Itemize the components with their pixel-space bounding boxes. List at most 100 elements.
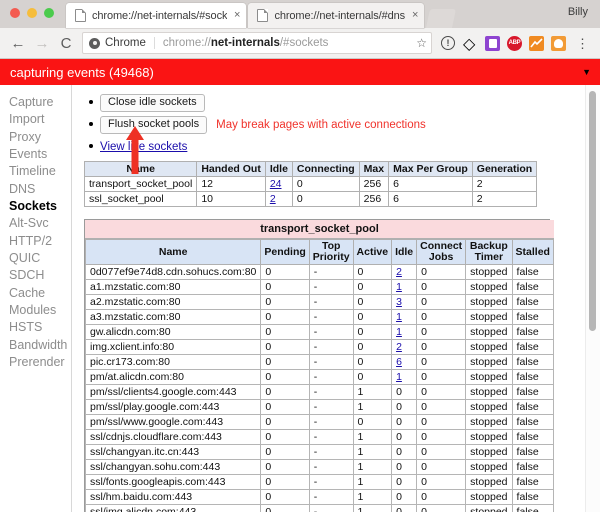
profile-name[interactable]: Billy — [568, 6, 588, 18]
extension-notes-icon[interactable] — [485, 34, 504, 53]
cell-idle: 2 — [264, 191, 293, 207]
cell-pending: 0 — [260, 489, 310, 505]
cell-generation: 2 — [471, 176, 538, 192]
idle-count-link[interactable]: 1 — [396, 281, 402, 293]
table-row: 0d077ef9e74d8.cdn.sohucs.com:80 0-0 2 0 stop… — [84, 264, 554, 280]
view-live-sockets-link[interactable]: View live sockets — [100, 141, 187, 153]
cell-pending: 0 — [260, 354, 310, 370]
idle-count-link[interactable]: 24 — [270, 178, 282, 190]
col-active: Active — [352, 239, 393, 265]
table-row: pm/at.alicdn.com:80 0-0 1 0 stopped false — [84, 369, 554, 385]
extension-chart-icon[interactable] — [529, 34, 548, 53]
close-icon[interactable]: × — [234, 10, 240, 21]
cell-stalled: false — [511, 474, 554, 490]
cell-connect-jobs: 0 — [416, 429, 467, 445]
window-controls — [10, 8, 54, 18]
list-item: View live sockets — [89, 138, 600, 155]
table-header-row: Name Pending Top Priority Active Idle Co… — [84, 239, 554, 265]
page-content: Capture Import Proxy Events Timeline DNS… — [0, 85, 600, 512]
sidebar-item-modules[interactable]: Modules — [9, 302, 71, 319]
cell-top-priority: - — [308, 339, 354, 355]
sidebar-item-prerender[interactable]: Prerender — [9, 354, 71, 371]
tab-sockets[interactable]: chrome://net-internals/#socke × — [66, 3, 247, 28]
cell-top-priority: - — [308, 369, 354, 385]
maximize-window-button[interactable] — [44, 8, 54, 18]
info-button[interactable]: ! — [441, 34, 460, 53]
sidebar-item-dns[interactable]: DNS — [9, 181, 71, 198]
table-row: pm/ssl/play.google.com:443 0-1 0 0 stopped fa… — [84, 399, 554, 415]
back-icon[interactable]: ← — [6, 31, 30, 55]
cell-backup-timer: stopped — [465, 339, 513, 355]
sidebar-item-proxy[interactable]: Proxy — [9, 129, 71, 146]
sidebar-item-events[interactable]: Events — [9, 146, 71, 163]
capture-status-bar[interactable]: capturing events (49468) ▼ — [0, 59, 600, 85]
scrollbar-track[interactable] — [585, 85, 600, 512]
cell-connect-jobs: 0 — [416, 444, 467, 460]
cell-name: a2.mzstatic.com:80 — [84, 294, 262, 310]
new-tab-button[interactable] — [426, 9, 457, 28]
table-row: a1.mzstatic.com:80 0-0 1 0 stopped false — [84, 279, 554, 295]
sidebar-item-sockets[interactable]: Sockets — [9, 198, 71, 215]
cell-pending: 0 — [260, 339, 310, 355]
cell-pending: 0 — [260, 369, 310, 385]
cell-active: 0 — [352, 414, 393, 430]
sidebar-item-http2[interactable]: HTTP/2 — [9, 233, 71, 250]
tab-dns[interactable]: chrome://net-internals/#dns × — [248, 3, 425, 28]
col-connecting: Connecting — [291, 161, 360, 177]
idle-count-link[interactable]: 1 — [396, 311, 402, 323]
extension-adblock-icon[interactable]: ABP — [507, 34, 526, 53]
chevron-down-icon[interactable]: ▼ — [582, 67, 591, 77]
cell-pending: 0 — [260, 264, 310, 280]
minimize-window-button[interactable] — [27, 8, 37, 18]
close-idle-sockets-button[interactable]: Close idle sockets — [100, 93, 205, 112]
cell-idle: 2 — [391, 339, 418, 355]
cell-active: 0 — [352, 354, 393, 370]
sidebar-item-hsts[interactable]: HSTS — [9, 319, 71, 336]
cell-active: 1 — [352, 399, 393, 415]
bookmark-star-icon[interactable]: ☆ — [410, 36, 427, 50]
sidebar-item-alt-svc[interactable]: Alt-Svc — [9, 215, 71, 232]
sidebar-item-quic[interactable]: QUIC — [9, 250, 71, 267]
scrollbar-thumb[interactable] — [589, 91, 596, 331]
col-max-per-group: Max Per Group — [388, 161, 473, 177]
idle-count-link[interactable]: 6 — [396, 356, 402, 368]
cell-generation: 2 — [471, 191, 538, 207]
reload-icon[interactable]: C — [54, 31, 78, 55]
sidebar-item-bandwidth[interactable]: Bandwidth — [9, 337, 71, 354]
site-identity-chip[interactable]: Chrome — [89, 37, 155, 49]
cell-connect-jobs: 0 — [416, 309, 467, 325]
address-bar[interactable]: Chrome chrome://net-internals/#sockets ☆ — [82, 32, 432, 54]
idle-count-link[interactable]: 1 — [396, 371, 402, 383]
cell-connect-jobs: 0 — [416, 339, 467, 355]
cell-name: a1.mzstatic.com:80 — [84, 279, 262, 295]
cell-backup-timer: stopped — [465, 324, 513, 340]
cell-name: img.xclient.info:80 — [84, 339, 262, 355]
cell-name: pm/ssl/clients4.google.com:443 — [84, 384, 262, 400]
col-max: Max — [358, 161, 390, 177]
sidebar-item-capture[interactable]: Capture — [9, 94, 71, 111]
close-icon[interactable]: × — [412, 10, 418, 21]
sidebar-item-import[interactable]: Import — [9, 111, 71, 128]
extension-orange-icon[interactable] — [551, 34, 570, 53]
cell-backup-timer: stopped — [465, 369, 513, 385]
idle-count-link[interactable]: 2 — [396, 266, 402, 278]
sidebar-item-sdch[interactable]: SDCH — [9, 267, 71, 284]
idle-count-link[interactable]: 2 — [396, 341, 402, 353]
sidebar-item-cache[interactable]: Cache — [9, 285, 71, 302]
sidebar-item-timeline[interactable]: Timeline — [9, 163, 71, 180]
browser-toolbar: ← → C Chrome chrome://net-internals/#soc… — [0, 28, 600, 59]
idle-count-link[interactable]: 1 — [396, 326, 402, 338]
cell-stalled: false — [511, 309, 554, 325]
table-row: a2.mzstatic.com:80 0-0 3 0 stopped false — [84, 294, 554, 310]
idle-count-link[interactable]: 2 — [270, 193, 276, 205]
cell-backup-timer: stopped — [465, 399, 513, 415]
close-window-button[interactable] — [10, 8, 20, 18]
cell-stalled: false — [511, 414, 554, 430]
idle-count-link[interactable]: 3 — [396, 296, 402, 308]
cell-name: ssl/changyan.sohu.com:443 — [84, 459, 262, 475]
cell-backup-timer: stopped — [465, 384, 513, 400]
cell-stalled: false — [511, 354, 554, 370]
chrome-menu-icon[interactable]: ⋮ — [573, 34, 592, 53]
forward-icon: → — [34, 34, 50, 52]
flush-socket-pools-button[interactable]: Flush socket pools — [100, 115, 208, 134]
